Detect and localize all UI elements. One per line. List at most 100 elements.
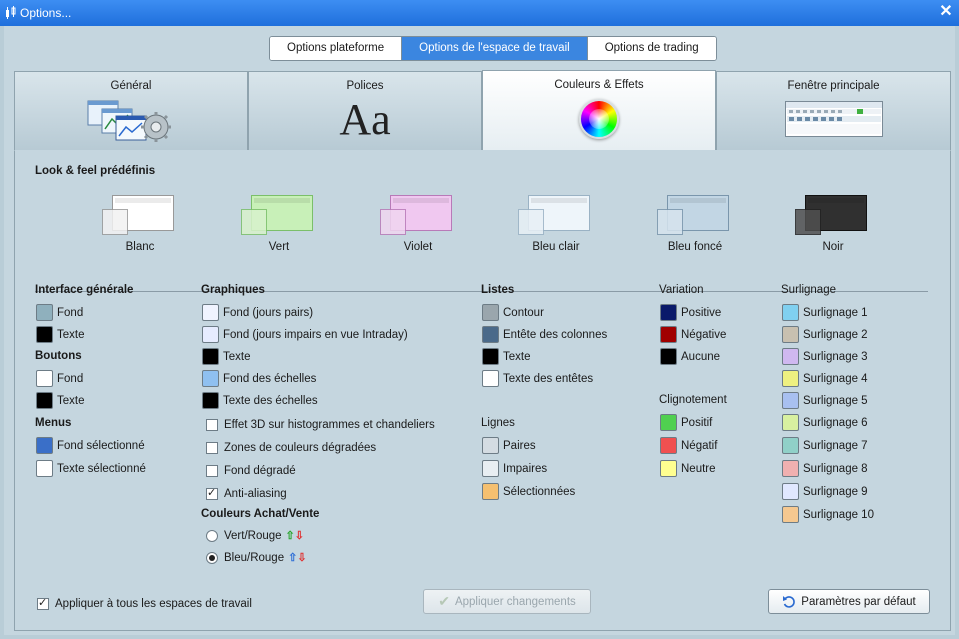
vert-rouge-radio[interactable]: Vert/Rouge ⇧⇩ (202, 527, 304, 544)
variation-aucune-option[interactable]: Aucune (660, 348, 720, 365)
option-label: Texte (503, 350, 531, 363)
clignotement-negatif-option[interactable]: Négatif (660, 437, 717, 454)
surlignage-5-option[interactable]: Surlignage 5 (782, 392, 868, 409)
apply-all-workspaces-checkbox[interactable]: Appliquer à tous les espaces de travail (37, 595, 252, 612)
color-swatch (782, 348, 799, 365)
variation-negative-option[interactable]: Négative (660, 326, 726, 343)
boutons-texte-option[interactable]: Texte (36, 392, 85, 409)
option-label: Surlignage 9 (803, 485, 868, 498)
listes-entete-colonnes-option[interactable]: Entête des colonnes (482, 326, 607, 343)
color-swatch (36, 304, 53, 321)
graphiques-texte-echelles-option[interactable]: Texte des échelles (202, 392, 318, 409)
segment-options-plateforme[interactable]: Options plateforme (270, 37, 403, 60)
arrow-up-icon: ⇧ (285, 530, 295, 542)
color-swatch (660, 304, 677, 321)
color-swatch (482, 483, 499, 500)
color-swatch (482, 437, 499, 454)
achat-vente-title: Couleurs Achat/Vente (201, 508, 320, 520)
variation-positive-option[interactable]: Positive (660, 304, 721, 321)
interface-texte-option[interactable]: Texte (36, 326, 85, 343)
title-bar: Options... ✕ (0, 0, 959, 26)
lignes-paires-option[interactable]: Paires (482, 437, 536, 454)
graphiques-fond-impairs-option[interactable]: Fond (jours impairs en vue Intraday) (202, 326, 408, 343)
apply-changes-button[interactable]: ✔ Appliquer changements (423, 589, 591, 614)
clignotement-neutre-option[interactable]: Neutre (660, 460, 716, 477)
option-label: Sélectionnées (503, 485, 576, 498)
clignotement-positif-option[interactable]: Positif (660, 414, 712, 431)
option-label: Fond (jours pairs) (223, 306, 314, 319)
surlignage-10-option[interactable]: Surlignage 10 (782, 506, 874, 523)
interface-fond-option[interactable]: Fond (36, 304, 83, 321)
graphiques-fond-echelles-option[interactable]: Fond des échelles (202, 370, 316, 387)
tab-polices[interactable]: Polices Aa (248, 71, 482, 150)
lignes-title: Lignes (481, 417, 515, 429)
fond-degrade-checkbox[interactable]: Fond dégradé (202, 462, 296, 479)
surlignage-7-option[interactable]: Surlignage 7 (782, 437, 868, 454)
preset-noir[interactable]: Noir (783, 195, 883, 265)
color-swatch (782, 506, 799, 523)
app-candlestick-icon (6, 6, 16, 19)
couleurs-effets-panel: Look & feel prédéfinis Blanc Vert Violet… (14, 150, 951, 631)
lignes-selectionnees-option[interactable]: Sélectionnées (482, 483, 575, 500)
preset-label: Blanc (125, 241, 155, 253)
preset-blanc[interactable]: Blanc (90, 195, 190, 265)
color-swatch (782, 304, 799, 321)
preset-bleu-fonce[interactable]: Bleu foncé (645, 195, 745, 265)
radio-button (206, 529, 218, 542)
color-swatch (660, 326, 677, 343)
windows-gear-icon (87, 100, 171, 142)
arrow-down-icon: ⇩ (297, 552, 307, 564)
preset-violet[interactable]: Violet (368, 195, 468, 265)
color-swatch (660, 460, 677, 477)
boutons-fond-option[interactable]: Fond (36, 370, 83, 387)
close-icon[interactable]: ✕ (937, 3, 955, 21)
surlignage-3-option[interactable]: Surlignage 3 (782, 348, 868, 365)
tab-couleurs-effets[interactable]: Couleurs & Effets (482, 70, 716, 150)
preset-preview-front (657, 209, 683, 235)
menus-texte-selectionne-option[interactable]: Texte sélectionné (36, 460, 146, 477)
default-settings-button[interactable]: Paramètres par défaut (768, 589, 930, 614)
tab-fenetre-principale[interactable]: Fenêtre principale (716, 71, 951, 150)
color-swatch (782, 483, 799, 500)
option-label: Surlignage 5 (803, 394, 868, 407)
option-label: Paires (503, 439, 536, 452)
surlignage-6-option[interactable]: Surlignage 6 (782, 414, 868, 431)
option-label: Fond sélectionné (57, 439, 145, 452)
graphiques-texte-option[interactable]: Texte (202, 348, 251, 365)
menus-fond-selectionne-option[interactable]: Fond sélectionné (36, 437, 145, 454)
buy-sell-arrows-icon: ⇧⇩ (286, 529, 304, 542)
option-label: Positive (681, 306, 722, 319)
color-swatch (202, 370, 219, 387)
surlignage-8-option[interactable]: Surlignage 8 (782, 460, 868, 477)
color-swatch (782, 460, 799, 477)
tab-general[interactable]: Général (14, 71, 248, 150)
preset-bleu-clair[interactable]: Bleu clair (506, 195, 606, 265)
preset-label: Noir (822, 241, 844, 253)
listes-texte-option[interactable]: Texte (482, 348, 531, 365)
color-swatch (782, 437, 799, 454)
graphiques-fond-pairs-option[interactable]: Fond (jours pairs) (202, 304, 313, 321)
option-label: Surlignage 7 (803, 439, 868, 452)
bleu-rouge-radio[interactable]: Bleu/Rouge ⇧⇩ (202, 549, 307, 566)
listes-contour-option[interactable]: Contour (482, 304, 544, 321)
checkbox-box (206, 441, 218, 454)
color-swatch (482, 370, 499, 387)
surlignage-9-option[interactable]: Surlignage 9 (782, 483, 868, 500)
listes-texte-entetes-option[interactable]: Texte des entêtes (482, 370, 593, 387)
segment-options-espace-travail[interactable]: Options de l'espace de travail (402, 37, 588, 60)
segment-options-trading[interactable]: Options de trading (587, 37, 716, 60)
preset-preview-front (518, 209, 544, 235)
surlignage-1-option[interactable]: Surlignage 1 (782, 304, 868, 321)
zones-degradees-checkbox[interactable]: Zones de couleurs dégradées (202, 439, 376, 456)
preset-vert[interactable]: Vert (229, 195, 329, 265)
checkbox-label: Appliquer à tous les espaces de travail (55, 597, 252, 610)
surlignage-4-option[interactable]: Surlignage 4 (782, 370, 868, 387)
surlignage-2-option[interactable]: Surlignage 2 (782, 326, 868, 343)
surlignage-title: Surlignage (781, 284, 836, 296)
lignes-impaires-option[interactable]: Impaires (482, 460, 547, 477)
listes-title: Listes (481, 284, 515, 296)
option-label: Fond (57, 372, 84, 385)
effet-3d-checkbox[interactable]: Effet 3D sur histogrammes et chandeliers (202, 416, 435, 433)
color-swatch (36, 326, 53, 343)
anti-aliasing-checkbox[interactable]: Anti-aliasing (202, 485, 287, 502)
